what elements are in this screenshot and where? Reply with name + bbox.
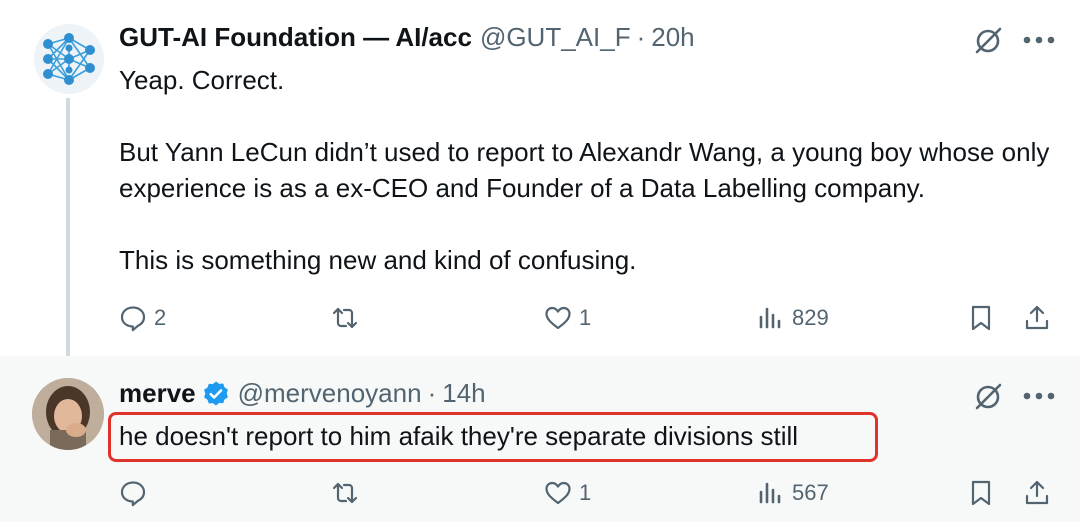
avatar[interactable]: [34, 24, 104, 94]
author-handle[interactable]: @GUT_AI_F: [480, 22, 631, 53]
bookmark-icon[interactable]: [966, 303, 996, 333]
tweet-gut-ai[interactable]: GUT-AI Foundation — AI/acc @GUT_AI_F · 2…: [0, 0, 1080, 356]
user-photo-icon: [32, 378, 104, 450]
timestamp[interactable]: 20h: [651, 22, 694, 53]
views-count: 567: [792, 480, 829, 505]
views-button[interactable]: 829: [756, 303, 829, 333]
more-icon[interactable]: [1022, 391, 1056, 401]
like-icon: [545, 481, 571, 505]
timestamp[interactable]: 14h: [442, 378, 485, 409]
reply-button[interactable]: [118, 478, 154, 508]
tweet-header: merve @mervenoyann · 14h: [119, 378, 486, 409]
tweet-text: Yeap. Correct. But Yann LeCun didn’t use…: [119, 65, 1050, 275]
author-name[interactable]: GUT-AI Foundation — AI/acc: [119, 22, 472, 53]
views-icon: [759, 482, 781, 504]
verified-badge-icon: [203, 381, 228, 405]
like-count: 1: [579, 305, 592, 330]
separator: ·: [427, 378, 437, 408]
reply-count: 2: [154, 305, 167, 330]
reply-button[interactable]: 2: [118, 303, 166, 333]
retweet-icon: [332, 307, 358, 329]
like-button[interactable]: 1: [543, 303, 591, 333]
like-button[interactable]: 1: [543, 478, 591, 508]
views-count: 829: [792, 305, 829, 330]
reply-icon: [120, 481, 146, 507]
author-handle[interactable]: @mervenoyann: [238, 378, 422, 409]
highlight-annotation-box: [108, 412, 878, 462]
separator: ·: [636, 22, 646, 52]
views-icon: [759, 307, 781, 329]
share-icon[interactable]: [1022, 303, 1052, 333]
bookmark-icon[interactable]: [966, 478, 996, 508]
neural-network-logo: [43, 33, 95, 85]
more-icon[interactable]: [1022, 35, 1056, 45]
like-count: 1: [579, 480, 592, 505]
retweet-button[interactable]: [330, 303, 366, 333]
retweet-button[interactable]: [330, 478, 366, 508]
like-icon: [545, 306, 571, 330]
grok-icon[interactable]: [972, 24, 1004, 56]
retweet-icon: [332, 482, 358, 504]
grok-icon[interactable]: [972, 380, 1004, 412]
reply-icon: [120, 306, 146, 332]
share-icon[interactable]: [1022, 478, 1052, 508]
thread-connector: [66, 98, 70, 368]
avatar[interactable]: [32, 378, 104, 450]
author-name[interactable]: merve: [119, 378, 196, 409]
views-button[interactable]: 567: [756, 478, 829, 508]
tweet-header: GUT-AI Foundation — AI/acc @GUT_AI_F · 2…: [119, 22, 695, 53]
